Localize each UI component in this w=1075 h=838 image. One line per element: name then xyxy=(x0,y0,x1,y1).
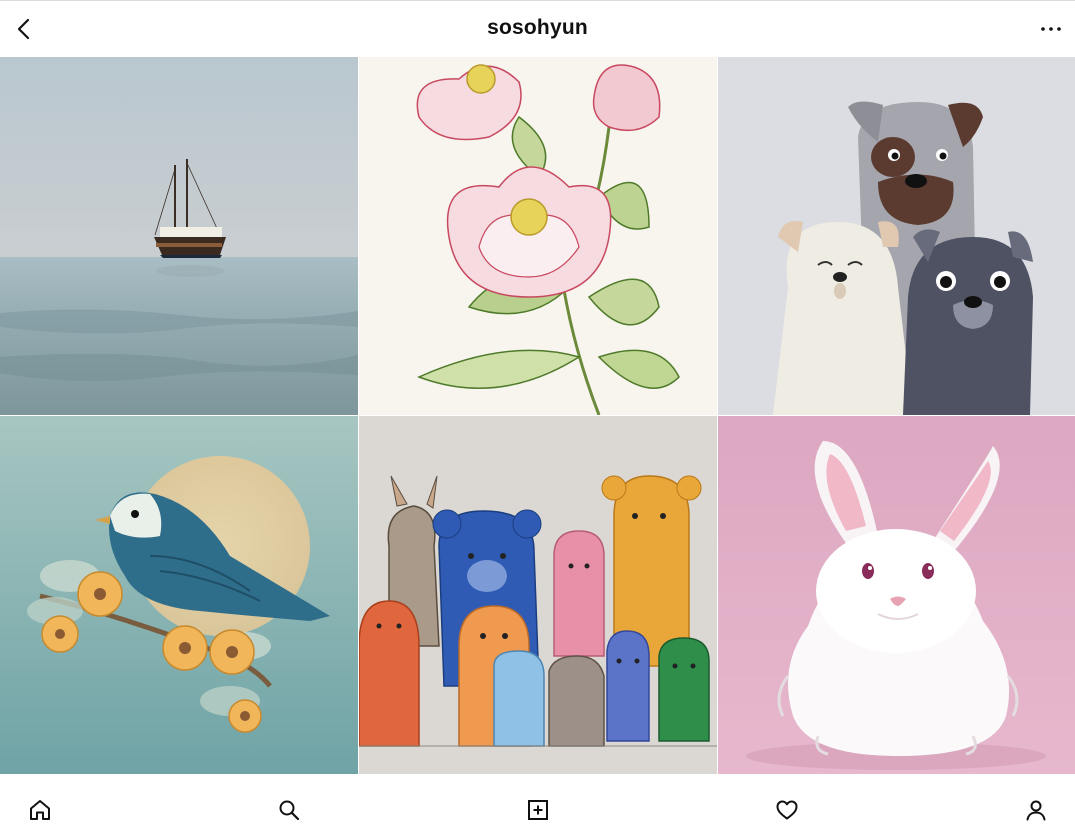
bunny-image xyxy=(718,416,1075,774)
post-thumbnail-bunny[interactable] xyxy=(718,416,1075,774)
post-thumbnail-sailboat[interactable] xyxy=(0,57,358,415)
more-options-button[interactable] xyxy=(1035,13,1067,45)
dogs-image xyxy=(718,57,1075,415)
nav-home-button[interactable] xyxy=(22,792,58,828)
top-bar: sosohyun xyxy=(0,0,1075,57)
post-grid xyxy=(0,57,1075,774)
nav-search-button[interactable] xyxy=(271,792,307,828)
nav-activity-button[interactable] xyxy=(769,792,805,828)
peony-image xyxy=(359,57,717,415)
post-thumbnail-bird[interactable] xyxy=(0,416,358,774)
nav-profile-button[interactable] xyxy=(1018,792,1054,828)
heart-icon xyxy=(776,800,798,820)
post-thumbnail-peony[interactable] xyxy=(359,57,717,415)
nav-new-post-button[interactable] xyxy=(520,792,556,828)
profile-username: sosohyun xyxy=(487,16,588,39)
animals-drawing-image xyxy=(359,416,717,774)
chevron-left-icon xyxy=(17,18,30,40)
post-thumbnail-dogs[interactable] xyxy=(718,57,1075,415)
user-icon xyxy=(1026,800,1046,821)
plus-square-icon xyxy=(528,800,548,820)
sailboat-image xyxy=(0,57,358,415)
post-thumbnail-animals-drawing[interactable] xyxy=(359,416,717,774)
more-horizontal-icon xyxy=(1041,27,1061,31)
bird-image xyxy=(0,416,358,774)
home-icon xyxy=(30,800,50,820)
search-icon xyxy=(279,800,300,821)
bottom-navigation xyxy=(0,774,1075,838)
back-button[interactable] xyxy=(8,11,40,47)
